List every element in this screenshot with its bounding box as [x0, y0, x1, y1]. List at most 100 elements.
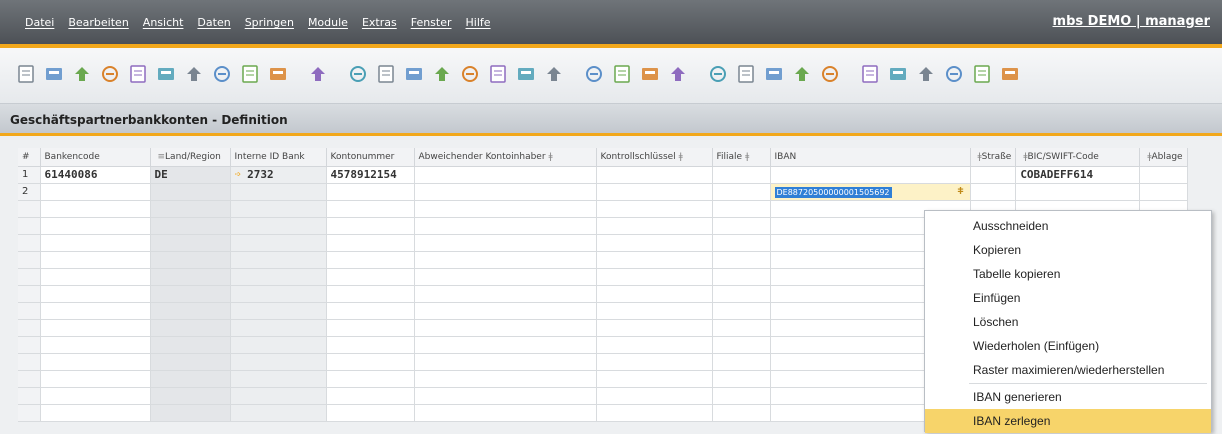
cell-kontroll[interactable]	[596, 166, 713, 184]
refresh-icon[interactable]	[486, 62, 510, 86]
ctx-iban-generieren[interactable]: IBAN generieren	[925, 385, 1211, 409]
empty-cell[interactable]	[414, 234, 597, 252]
empty-cell[interactable]	[712, 285, 771, 303]
duplicate-icon[interactable]	[582, 62, 606, 86]
empty-cell[interactable]	[712, 353, 771, 371]
empty-cell[interactable]	[596, 268, 713, 286]
empty-cell[interactable]	[150, 370, 231, 388]
col-header-iban[interactable]: IBAN	[770, 148, 971, 167]
ctx-iban-zerlegen[interactable]: IBAN zerlegen	[925, 409, 1211, 433]
table-row[interactable]: 2 DE88720500000001505692 ǂ	[18, 183, 1188, 201]
menu-springen[interactable]: Springen	[238, 16, 301, 29]
empty-cell[interactable]	[18, 370, 41, 388]
target-doc-icon[interactable]	[706, 62, 730, 86]
previous-record-icon[interactable]	[402, 62, 426, 86]
print-icon[interactable]	[42, 62, 66, 86]
ctx-ausschneiden[interactable]: Ausschneiden	[925, 214, 1211, 238]
empty-cell[interactable]	[414, 387, 597, 405]
empty-cell[interactable]	[150, 387, 231, 405]
empty-cell[interactable]	[18, 404, 41, 422]
empty-cell[interactable]	[230, 404, 327, 422]
empty-cell[interactable]	[326, 319, 415, 337]
empty-cell[interactable]	[596, 319, 713, 337]
empty-cell[interactable]	[40, 217, 151, 235]
empty-cell[interactable]	[326, 370, 415, 388]
empty-cell[interactable]	[150, 336, 231, 354]
base-doc-icon[interactable]	[666, 62, 690, 86]
copy-icon[interactable]	[610, 62, 634, 86]
menu-extras[interactable]: Extras	[355, 16, 404, 29]
empty-cell[interactable]	[150, 268, 231, 286]
save-icon[interactable]	[126, 62, 150, 86]
col-header-kontroll[interactable]: Kontrollschlüssel ǂ	[596, 148, 713, 167]
empty-cell[interactable]	[414, 285, 597, 303]
row-number[interactable]: 1	[18, 166, 41, 184]
choose-from-list-icon[interactable]: ǂ	[957, 186, 963, 197]
cell-kontonummer[interactable]	[326, 183, 415, 201]
cell-iban[interactable]	[770, 166, 971, 184]
calculator-icon[interactable]	[998, 62, 1022, 86]
empty-cell[interactable]	[40, 251, 151, 269]
lock-icon[interactable]	[238, 62, 262, 86]
empty-cell[interactable]	[150, 404, 231, 422]
sort-icon[interactable]	[542, 62, 566, 86]
menu-datei[interactable]: Datei	[18, 16, 61, 29]
empty-cell[interactable]	[230, 370, 327, 388]
ctx-wiederholen[interactable]: Wiederholen (Einfügen)	[925, 334, 1211, 358]
launch-icon[interactable]	[266, 62, 290, 86]
company-user-label[interactable]: mbs DEMO | manager	[1053, 14, 1210, 29]
empty-cell[interactable]	[150, 217, 231, 235]
email-icon[interactable]	[70, 62, 94, 86]
empty-cell[interactable]	[326, 353, 415, 371]
empty-cell[interactable]	[326, 302, 415, 320]
empty-cell[interactable]	[414, 217, 597, 235]
col-header-bankencode[interactable]: Bankencode	[40, 148, 151, 167]
cell-filiale[interactable]	[712, 166, 771, 184]
empty-cell[interactable]	[150, 251, 231, 269]
col-header-abweichend[interactable]: Abweichender Kontoinhaber ǂ	[414, 148, 597, 167]
empty-cell[interactable]	[230, 336, 327, 354]
cell-ablage[interactable]	[1139, 166, 1188, 184]
export-icon[interactable]	[858, 62, 882, 86]
empty-cell[interactable]	[596, 285, 713, 303]
print-preview-icon[interactable]	[14, 62, 38, 86]
empty-cell[interactable]	[326, 200, 415, 218]
empty-cell[interactable]	[150, 353, 231, 371]
link-arrow-icon[interactable]: ➩	[235, 168, 242, 181]
cell-bic[interactable]: COBADEFF614	[1015, 166, 1141, 184]
next-record-icon[interactable]	[430, 62, 454, 86]
empty-cell[interactable]	[326, 234, 415, 252]
empty-cell[interactable]	[150, 234, 231, 252]
empty-cell[interactable]	[18, 200, 41, 218]
cell-bic[interactable]	[1015, 183, 1141, 201]
empty-cell[interactable]	[230, 319, 327, 337]
empty-cell[interactable]	[18, 387, 41, 405]
empty-cell[interactable]	[40, 285, 151, 303]
empty-cell[interactable]	[712, 387, 771, 405]
menu-hilfe[interactable]: Hilfe	[459, 16, 498, 29]
empty-cell[interactable]	[596, 302, 713, 320]
empty-cell[interactable]	[40, 234, 151, 252]
empty-cell[interactable]	[230, 302, 327, 320]
first-record-icon[interactable]	[374, 62, 398, 86]
table-icon[interactable]	[762, 62, 786, 86]
col-header-strasse[interactable]: ǂStraße	[970, 148, 1017, 167]
empty-cell[interactable]	[414, 404, 597, 422]
menu-bearbeiten[interactable]: Bearbeiten	[61, 16, 135, 29]
empty-cell[interactable]	[596, 353, 713, 371]
message-icon[interactable]	[914, 62, 938, 86]
empty-cell[interactable]	[230, 353, 327, 371]
empty-cell[interactable]	[18, 234, 41, 252]
empty-cell[interactable]	[18, 285, 41, 303]
empty-cell[interactable]	[150, 319, 231, 337]
empty-cell[interactable]	[40, 370, 151, 388]
empty-cell[interactable]	[712, 217, 771, 235]
filter-icon[interactable]	[514, 62, 538, 86]
menu-ansicht[interactable]: Ansicht	[136, 16, 191, 29]
empty-cell[interactable]	[230, 387, 327, 405]
ctx-loeschen[interactable]: Löschen	[925, 310, 1211, 334]
empty-cell[interactable]	[18, 353, 41, 371]
col-header-land[interactable]: ≡Land/Region	[150, 148, 231, 167]
cell-land[interactable]	[150, 183, 231, 201]
empty-cell[interactable]	[596, 200, 713, 218]
